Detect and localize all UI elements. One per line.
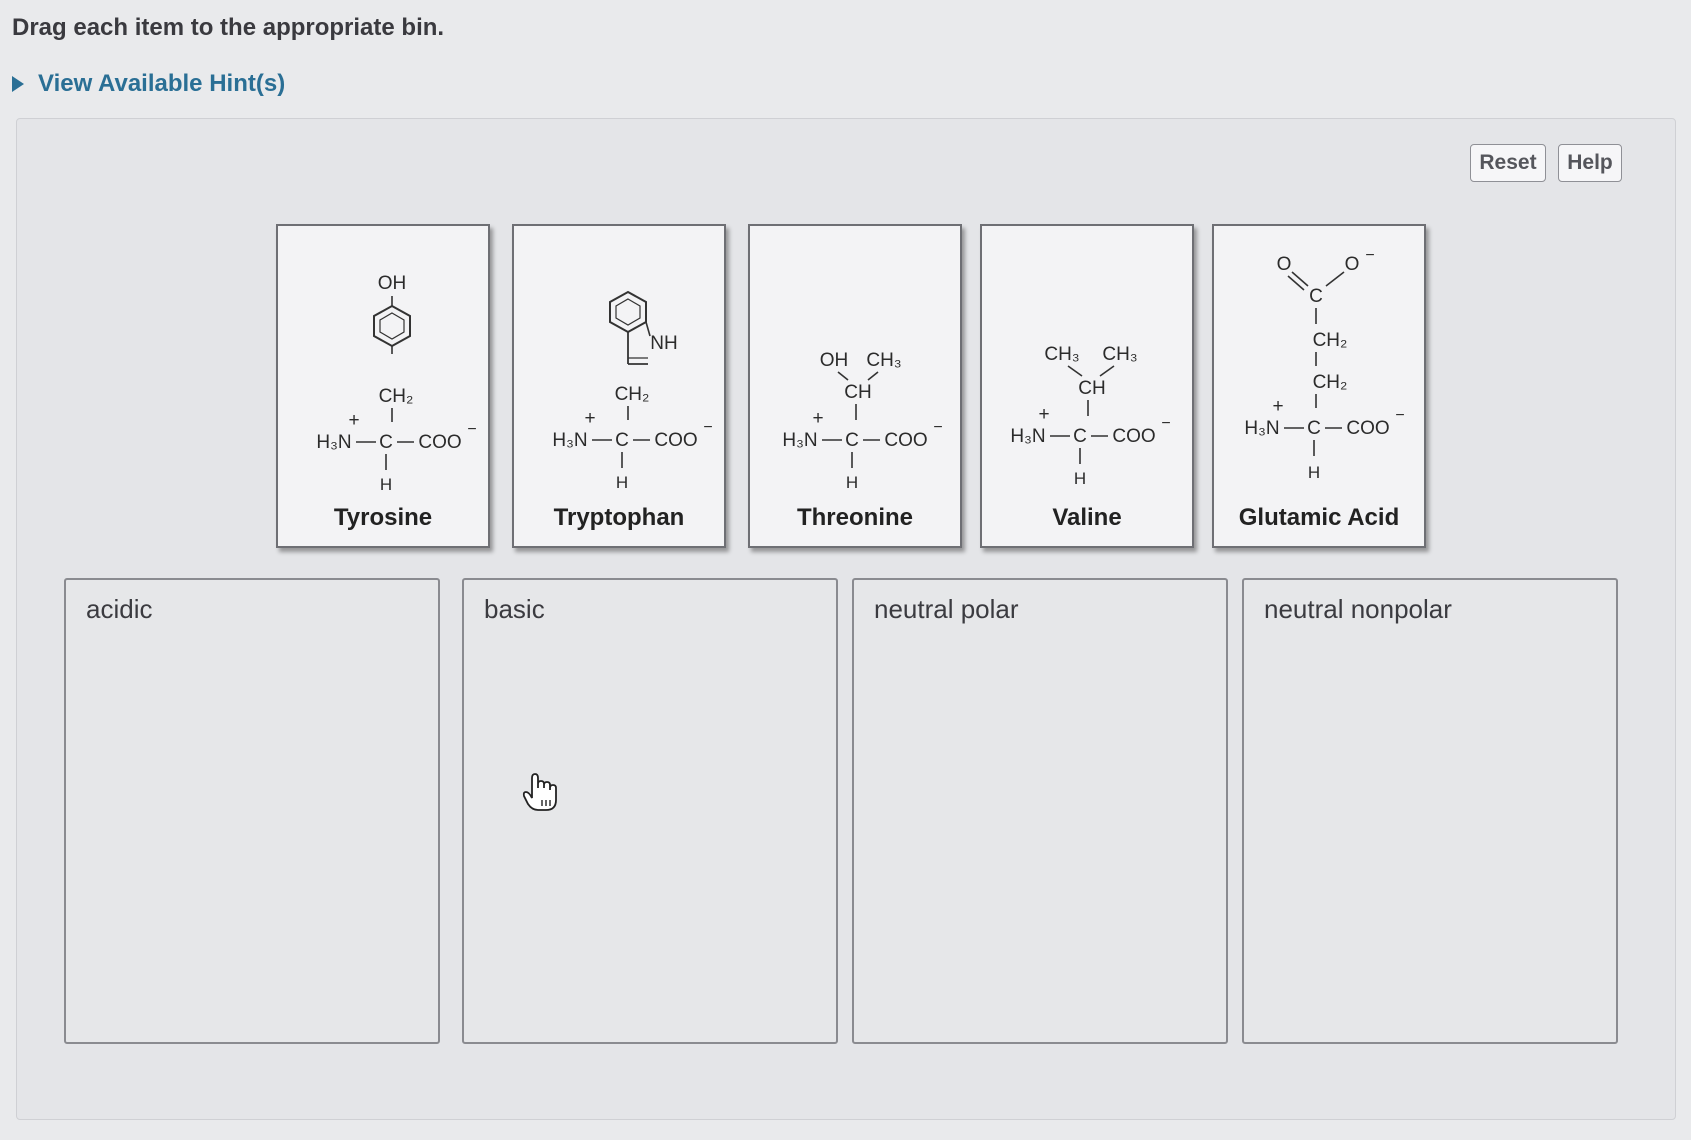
card-threonine[interactable]: OH CH₃ CH + H₃N C COO − H Threonine — [748, 224, 962, 548]
svg-text:−: − — [703, 419, 712, 436]
svg-text:−: − — [1365, 247, 1374, 264]
svg-text:C: C — [615, 430, 629, 451]
view-hints-label: View Available Hint(s) — [38, 70, 286, 97]
bin-neutral-nonpolar[interactable]: neutral nonpolar — [1242, 578, 1618, 1044]
svg-text:OH: OH — [378, 273, 407, 294]
svg-text:NH: NH — [650, 333, 677, 354]
card-name: Tyrosine — [333, 504, 433, 531]
svg-text:COO: COO — [418, 432, 461, 453]
card-name: Threonine — [796, 504, 913, 531]
svg-text:−: − — [467, 421, 476, 438]
card-name: Glutamic Acid — [1238, 504, 1400, 531]
svg-text:H₃N: H₃N — [782, 430, 817, 451]
bin-label: basic — [484, 594, 545, 624]
svg-text:H₃N: H₃N — [1244, 418, 1279, 439]
svg-text:+: + — [1038, 404, 1049, 425]
card-glutamic-acid[interactable]: O O − C CH₂ CH₂ + H₃N C COO − H Glutamic… — [1212, 224, 1426, 548]
instruction-text: Drag each item to the appropriate bin. — [12, 14, 445, 41]
svg-text:H: H — [380, 475, 392, 494]
svg-text:+: + — [812, 408, 823, 429]
svg-text:C: C — [379, 432, 393, 453]
svg-text:CH: CH — [844, 382, 871, 403]
svg-text:H: H — [616, 473, 628, 492]
svg-text:COO: COO — [1112, 426, 1155, 447]
reset-button[interactable]: Reset — [1470, 144, 1546, 182]
svg-text:H: H — [846, 473, 858, 492]
svg-text:C: C — [1309, 286, 1323, 307]
expand-triangle-icon — [12, 76, 24, 92]
svg-text:H: H — [1308, 463, 1320, 482]
bin-acidic[interactable]: acidic — [64, 578, 440, 1044]
svg-text:CH₂: CH₂ — [1313, 330, 1348, 351]
tryptophan-structure-icon: NH CH₂ + H₃N C COO − H — [552, 290, 713, 492]
svg-text:CH₂: CH₂ — [1313, 372, 1348, 393]
svg-text:CH₃: CH₃ — [866, 350, 901, 371]
svg-text:CH₃: CH₃ — [1044, 344, 1079, 365]
threonine-structure-icon: OH CH₃ CH + H₃N C COO − H — [782, 350, 942, 492]
svg-text:CH₂: CH₂ — [379, 386, 414, 407]
tyrosine-structure-icon: OH CH₂ + H₃N C COO − H — [316, 273, 476, 494]
hand-pointer-icon — [522, 773, 557, 811]
card-valine[interactable]: CH₃ CH₃ CH + H₃N C COO − H Valine — [980, 224, 1194, 548]
card-tryptophan[interactable]: NH CH₂ + H₃N C COO − H Tryptophan — [512, 224, 726, 548]
card-name: Tryptophan — [553, 504, 685, 531]
svg-text:H₃N: H₃N — [316, 432, 351, 453]
svg-text:COO: COO — [1346, 418, 1389, 439]
view-hints-link[interactable]: View Available Hint(s) — [12, 70, 285, 98]
bin-label: neutral polar — [874, 594, 1019, 624]
svg-text:+: + — [584, 408, 595, 429]
bin-label: neutral nonpolar — [1264, 594, 1452, 624]
svg-text:COO: COO — [884, 430, 927, 451]
svg-text:+: + — [348, 410, 359, 431]
valine-structure-icon: CH₃ CH₃ CH + H₃N C COO − H — [1010, 344, 1170, 488]
svg-text:O: O — [1277, 254, 1292, 275]
bin-neutral-polar[interactable]: neutral polar — [852, 578, 1228, 1044]
bin-basic[interactable]: basic — [462, 578, 838, 1044]
svg-text:CH: CH — [1078, 378, 1105, 399]
svg-text:O: O — [1345, 254, 1360, 275]
svg-text:−: − — [933, 419, 942, 436]
svg-text:CH₃: CH₃ — [1102, 344, 1137, 365]
svg-text:−: − — [1161, 415, 1170, 432]
svg-text:−: − — [1395, 407, 1404, 424]
svg-text:OH: OH — [820, 350, 849, 371]
svg-text:C: C — [845, 430, 859, 451]
svg-text:+: + — [1272, 396, 1283, 417]
help-button[interactable]: Help — [1558, 144, 1622, 182]
card-tyrosine[interactable]: OH CH₂ + H₃N C COO − H Tyrosine — [276, 224, 490, 548]
svg-text:COO: COO — [654, 430, 697, 451]
card-name: Valine — [1052, 504, 1122, 531]
svg-text:CH₂: CH₂ — [615, 384, 650, 405]
bin-label: acidic — [86, 594, 153, 624]
svg-text:H₃N: H₃N — [552, 430, 587, 451]
svg-text:H₃N: H₃N — [1010, 426, 1045, 447]
svg-text:H: H — [1074, 469, 1086, 488]
svg-text:C: C — [1073, 426, 1087, 447]
glutamic-acid-structure-icon: O O − C CH₂ CH₂ + H₃N C COO − H — [1244, 247, 1404, 482]
svg-text:C: C — [1307, 418, 1321, 439]
